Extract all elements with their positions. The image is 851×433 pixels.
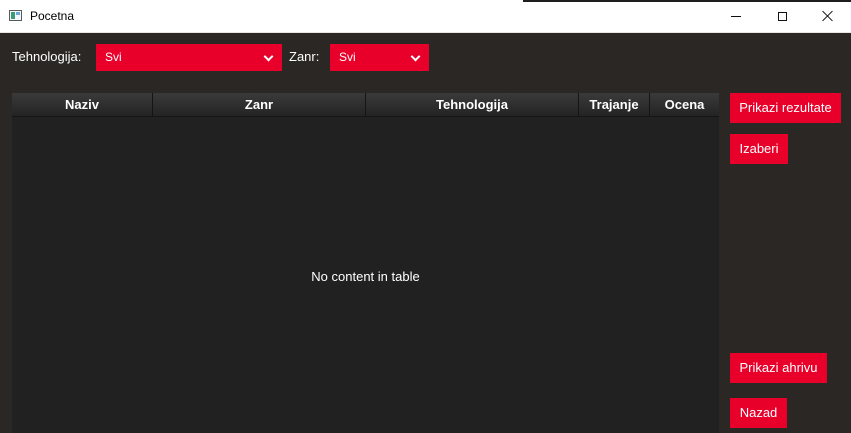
technology-label: Tehnologija: — [12, 49, 82, 64]
column-header-tehnologija[interactable]: Tehnologija — [366, 93, 579, 117]
back-button[interactable]: Nazad — [730, 398, 787, 428]
maximize-button[interactable] — [759, 0, 805, 32]
technology-select[interactable]: Svi — [96, 44, 282, 71]
genre-select[interactable]: Svi — [330, 44, 429, 71]
show-archive-button[interactable]: Prikazi ahrivu — [730, 353, 827, 383]
chevron-down-icon — [410, 51, 421, 62]
title-bar: Pocetna — [0, 0, 851, 33]
table-header: Naziv Zanr Tehnologija Trajanje Ocena — [12, 93, 719, 117]
choose-button[interactable]: Izaberi — [730, 134, 788, 164]
genre-label: Zanr: — [289, 49, 320, 64]
genre-select-value: Svi — [339, 50, 356, 64]
minimize-icon — [731, 15, 741, 17]
app-window-icon — [9, 10, 22, 21]
column-header-zanr[interactable]: Zanr — [153, 93, 366, 117]
results-table[interactable]: Naziv Zanr Tehnologija Trajanje Ocena No… — [12, 93, 719, 433]
table-empty-placeholder: No content in table — [311, 269, 420, 284]
technology-select-value: Svi — [105, 50, 122, 64]
close-button[interactable] — [805, 0, 851, 32]
column-header-trajanje[interactable]: Trajanje — [579, 93, 650, 117]
column-header-naziv[interactable]: Naziv — [12, 93, 153, 117]
close-icon — [822, 10, 834, 22]
column-header-ocena[interactable]: Ocena — [650, 93, 719, 117]
window-title: Pocetna — [30, 9, 75, 23]
minimize-button[interactable] — [713, 0, 759, 32]
show-results-button[interactable]: Prikazi rezultate — [730, 93, 841, 123]
maximize-icon — [777, 11, 787, 21]
chevron-down-icon — [263, 51, 274, 62]
